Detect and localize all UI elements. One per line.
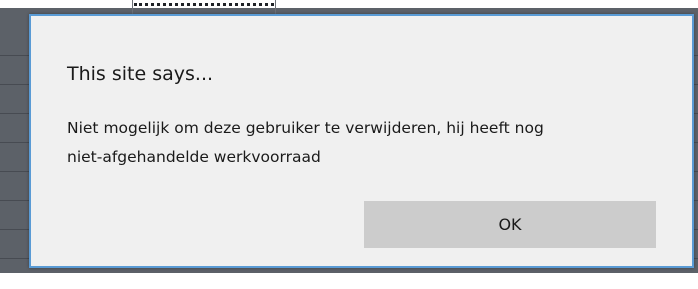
background-column-divider xyxy=(275,0,276,14)
background-dotted-border xyxy=(134,3,274,12)
ok-button[interactable]: OK xyxy=(364,201,656,248)
dialog-message: Niet mogelijk om deze gebruiker te verwi… xyxy=(67,114,667,172)
dialog-message-line: Niet mogelijk om deze gebruiker te verwi… xyxy=(67,119,544,137)
dialog-title: This site says... xyxy=(67,63,214,85)
dialog-message-line: niet-afgehandelde werkvoorraad xyxy=(67,148,321,166)
alert-dialog: This site says... Niet mogelijk om deze … xyxy=(29,14,694,268)
background-column-divider xyxy=(132,0,133,14)
